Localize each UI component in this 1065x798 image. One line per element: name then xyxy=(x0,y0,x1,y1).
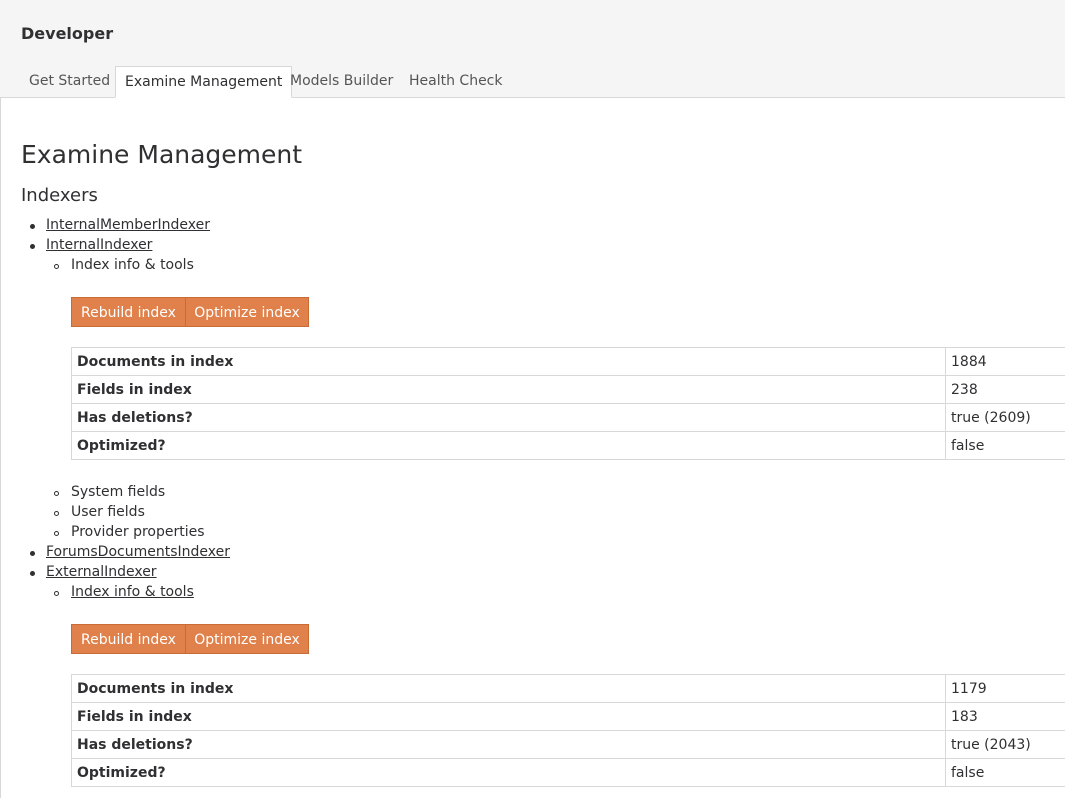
stat-value: 238 xyxy=(945,375,1065,404)
index-info-label[interactable]: Index info & tools xyxy=(71,257,194,273)
indexer-item: InternalMemberIndexer xyxy=(46,217,210,233)
user-fields-item[interactable]: User fields xyxy=(71,504,145,520)
stat-key: Has deletions? xyxy=(71,403,946,432)
table-row: Fields in index 183 xyxy=(71,702,1065,731)
indexer-link-internal[interactable]: InternalIndexer xyxy=(46,237,152,253)
list-bullet xyxy=(54,591,59,596)
tab-examine-management[interactable]: Examine Management xyxy=(115,66,293,98)
optimize-index-button[interactable]: Optimize index xyxy=(185,624,309,654)
rebuild-index-button[interactable]: Rebuild index xyxy=(71,297,186,327)
table-row: Optimized? false xyxy=(71,431,1065,460)
stat-value: 1179 xyxy=(945,674,1065,703)
table-row: Has deletions? true (2043) xyxy=(71,730,1065,759)
list-bullet xyxy=(30,244,35,249)
list-bullet xyxy=(54,491,59,496)
list-bullet xyxy=(30,224,35,229)
stat-key: Optimized? xyxy=(71,758,946,787)
indexer-item: InternalIndexer xyxy=(46,237,152,253)
table-row: Documents in index 1179 xyxy=(71,674,1065,703)
tab-get-started[interactable]: Get Started xyxy=(20,66,119,96)
stat-value: 183 xyxy=(945,702,1065,731)
indexers-heading: Indexers xyxy=(21,185,98,206)
stat-key: Documents in index xyxy=(71,674,946,703)
list-bullet xyxy=(30,571,35,576)
list-bullet xyxy=(54,511,59,516)
stat-value: false xyxy=(945,431,1065,460)
indexer-item: ExternalIndexer xyxy=(46,564,157,580)
indexer-link-forums-documents[interactable]: ForumsDocumentsIndexer xyxy=(46,544,230,560)
indexer-link-external[interactable]: ExternalIndexer xyxy=(46,564,157,580)
list-bullet xyxy=(54,531,59,536)
stat-value: true (2043) xyxy=(945,730,1065,759)
stat-key: Has deletions? xyxy=(71,730,946,759)
system-fields-item[interactable]: System fields xyxy=(71,484,165,500)
stat-value: false xyxy=(945,758,1065,787)
index-info-item: Index info & tools xyxy=(71,584,194,600)
stat-key: Fields in index xyxy=(71,375,946,404)
tab-health-check[interactable]: Health Check xyxy=(400,66,512,96)
indexer-link-internal-member[interactable]: InternalMemberIndexer xyxy=(46,217,210,233)
indexer-item: ForumsDocumentsIndexer xyxy=(46,544,230,560)
table-row: Has deletions? true (2609) xyxy=(71,403,1065,432)
header: Developer Get Started Examine Management… xyxy=(0,0,1065,98)
index-stats-table: Documents in index 1884 Fields in index … xyxy=(71,347,1065,460)
provider-properties-item[interactable]: Provider properties xyxy=(71,524,205,540)
stat-value: 1884 xyxy=(945,347,1065,376)
stat-key: Documents in index xyxy=(71,347,946,376)
content-border xyxy=(0,97,1,798)
page-title: Examine Management xyxy=(21,140,303,169)
list-bullet xyxy=(54,264,59,269)
stat-key: Fields in index xyxy=(71,702,946,731)
table-row: Fields in index 238 xyxy=(71,375,1065,404)
index-info-link[interactable]: Index info & tools xyxy=(71,584,194,600)
table-row: Documents in index 1884 xyxy=(71,347,1065,376)
stat-value: true (2609) xyxy=(945,403,1065,432)
stat-key: Optimized? xyxy=(71,431,946,460)
section-title: Developer xyxy=(21,24,114,43)
rebuild-index-button[interactable]: Rebuild index xyxy=(71,624,186,654)
tab-models-builder[interactable]: Models Builder xyxy=(281,66,402,96)
index-stats-table: Documents in index 1179 Fields in index … xyxy=(71,674,1065,787)
optimize-index-button[interactable]: Optimize index xyxy=(185,297,309,327)
table-row: Optimized? false xyxy=(71,758,1065,787)
list-bullet xyxy=(30,551,35,556)
